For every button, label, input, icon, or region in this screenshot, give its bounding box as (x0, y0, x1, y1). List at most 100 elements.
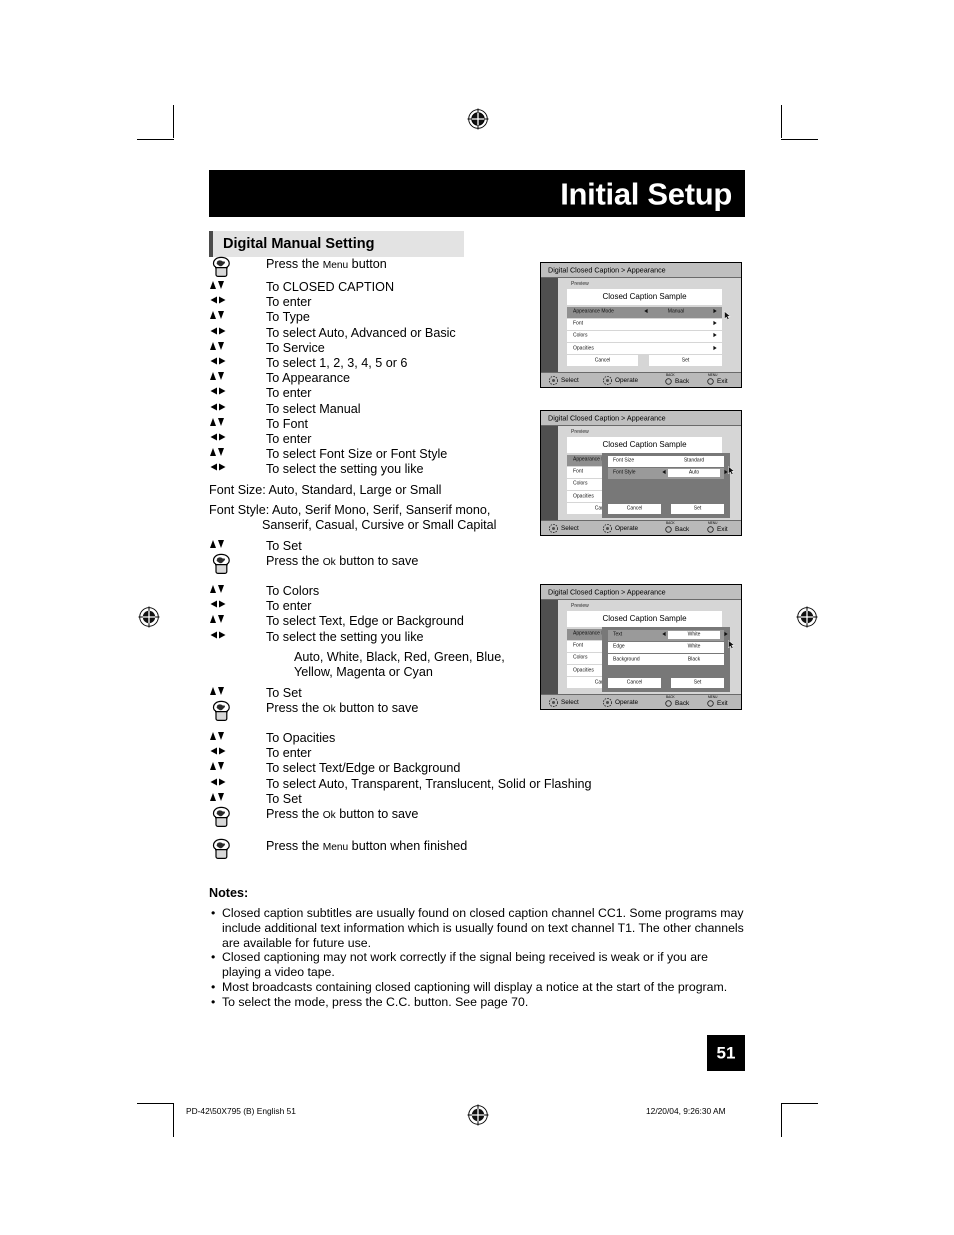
instruction-step-text: To enter (266, 432, 312, 447)
right-arrow-icon[interactable] (713, 333, 717, 340)
instruction-step: To enter (209, 432, 539, 447)
note-item: • To select the mode, press the C.C. butt… (209, 995, 749, 1010)
dpad-icon (603, 376, 612, 385)
bullet-icon: • (211, 994, 216, 1009)
osd-footer-mini-label: BACK (666, 520, 675, 525)
dpad-icon (549, 376, 558, 385)
pointer-cursor-icon (728, 465, 735, 475)
osd-header: Digital Closed Caption > Appearance (541, 585, 741, 600)
circle-button-icon (707, 700, 714, 707)
instruction-step-text: To Set (266, 538, 302, 553)
osd-menu-row-label: Opacities (573, 345, 594, 352)
up-down-arrows-icon (209, 417, 255, 432)
right-arrow-icon[interactable] (724, 632, 728, 639)
up-down-arrows-icon (209, 792, 255, 807)
osd-breadcrumb: Digital Closed Caption > Appearance (548, 265, 666, 275)
instruction-step-text: To Set (266, 791, 302, 806)
instruction-step: To Colors (209, 584, 539, 599)
footer-timestamp: 12/20/04, 9:26:30 AM (646, 1106, 726, 1116)
circle-button-icon (665, 700, 672, 707)
osd-menu-row[interactable]: Appearance Mode Manual (567, 307, 722, 318)
instruction-step-text: Press the Ok button to save (266, 806, 419, 821)
osd-preview-label: Preview (571, 603, 589, 609)
steps-group-6: Press the Menu button when finished (209, 838, 539, 862)
osd-dialog-row-value: Standard (683, 457, 705, 464)
osd-dialog-row[interactable]: Background Black (608, 654, 724, 665)
dpad-icon (603, 698, 612, 707)
instruction-step-text: To select Font Size or Font Style (266, 447, 448, 462)
osd-dialog-row[interactable]: Text White (608, 630, 728, 641)
instruction-step-text: To select Auto, Transparent, Translucent… (266, 776, 592, 791)
osd-dialog-cancel-button[interactable]: Cancel (608, 503, 661, 514)
instruction-step: Press the Menu button when finished (209, 838, 539, 862)
steps-group-2: To Set Press the Ok button to save (209, 539, 539, 577)
instruction-step-text: To Service (266, 340, 325, 355)
osd-menu-row-label: Font (573, 642, 584, 649)
instruction-step-text: To CLOSED CAPTION (266, 280, 395, 294)
press-button-icon (209, 700, 255, 724)
osd-footer-label: Exit (717, 700, 728, 708)
left-right-arrows-icon (209, 402, 255, 417)
notes-list: • Closed caption subtitles are usually fo… (209, 906, 749, 1010)
left-arrow-icon[interactable] (644, 309, 648, 316)
up-down-arrows-icon (209, 371, 255, 386)
smallcaps-label: Menu (322, 841, 349, 853)
instruction-step: To Type (209, 310, 539, 325)
left-right-arrows-icon (209, 746, 255, 761)
osd-dialog-row[interactable]: Font Size Standard (608, 456, 724, 467)
osd-overlay-dialog: Font Size Standard Font Style Auto Cancel Set (602, 453, 730, 518)
instruction-step-text: To select Manual (266, 401, 361, 416)
osd-menu-row-label: Colors (573, 332, 588, 339)
osd-dialog-set-button[interactable]: Set (671, 503, 724, 514)
instruction-list: Press the Menu button To CLOSED CAPTION To… (209, 256, 592, 862)
left-right-arrows-icon (209, 432, 255, 447)
crop-mark-tr-h (781, 139, 818, 140)
osd-body: Preview Closed Caption Sample Appearance M… (541, 278, 741, 372)
left-arrow-icon[interactable] (662, 632, 666, 639)
left-right-arrows-icon (209, 462, 255, 477)
instruction-step: Press the Ok button to save (209, 700, 539, 724)
right-arrow-icon[interactable] (713, 309, 717, 316)
osd-dialog-cancel-label: Cancel (626, 679, 643, 686)
right-arrow-icon[interactable] (713, 321, 717, 328)
left-arrow-icon[interactable] (662, 470, 666, 477)
color-notes-block: Auto, White, Black, Red, Green, Blue, Ye… (209, 650, 539, 681)
smallcaps-label: Ok (322, 809, 336, 821)
osd-set-button[interactable]: Set (649, 355, 722, 366)
osd-left-strip (541, 600, 558, 694)
osd-menu-row[interactable]: Font (567, 319, 722, 330)
osd-screenshot-font: Digital Closed Caption > Appearance Previ… (540, 410, 742, 536)
up-down-arrows-icon (209, 686, 255, 701)
osd-dialog-row[interactable]: Edge White (608, 642, 724, 653)
osd-cancel-button[interactable]: Cancel (567, 355, 638, 366)
osd-menu-row[interactable]: Colors (567, 331, 722, 342)
osd-dialog-row-value: Auto (688, 469, 700, 476)
font-notes-block: Font Size: Auto, Standard, Large or Smal… (209, 483, 539, 534)
osd-dialog-row[interactable]: Font Style Auto (608, 468, 728, 479)
instruction-step: To select Auto, Transparent, Translucent… (209, 776, 592, 792)
right-arrow-icon[interactable] (713, 345, 717, 352)
osd-dialog-row-value-box: White (668, 631, 720, 640)
osd-dialog-cancel-button[interactable]: Cancel (608, 677, 661, 688)
osd-footer: Select Operate BACK Back MENU Exit (541, 372, 741, 387)
instruction-step-text: To enter (266, 599, 312, 614)
osd-body: Preview Closed Caption Sample Appearance M… (541, 600, 741, 694)
osd-dialog-row-value: Black (687, 656, 701, 663)
up-down-arrows-icon (209, 761, 255, 776)
instruction-step-text: To select Text/Edge or Background (266, 761, 461, 776)
registration-mark-top (467, 108, 489, 130)
osd-header: Digital Closed Caption > Appearance (541, 411, 741, 426)
note-item: • Closed caption subtitles are usually fo… (209, 906, 749, 950)
instruction-step-text: To Type (266, 310, 310, 325)
up-down-arrows-icon (209, 584, 255, 599)
osd-menu-row-label: Appearance Mode (573, 308, 614, 315)
font-style-options-line1: Font Style: Auto, Serif Mono, Serif, San… (209, 503, 491, 518)
osd-menu-row[interactable]: Opacities (567, 343, 722, 354)
font-style-options-line2: Sanserif, Casual, Cursive or Small Capit… (262, 518, 497, 533)
left-right-arrows-icon (209, 326, 255, 341)
osd-dialog-set-button[interactable]: Set (671, 677, 724, 688)
instruction-step-text: To Set (266, 685, 302, 700)
instruction-step: To enter (209, 746, 539, 761)
pointer-cursor-icon (728, 639, 735, 649)
up-down-arrows-icon (209, 539, 255, 554)
